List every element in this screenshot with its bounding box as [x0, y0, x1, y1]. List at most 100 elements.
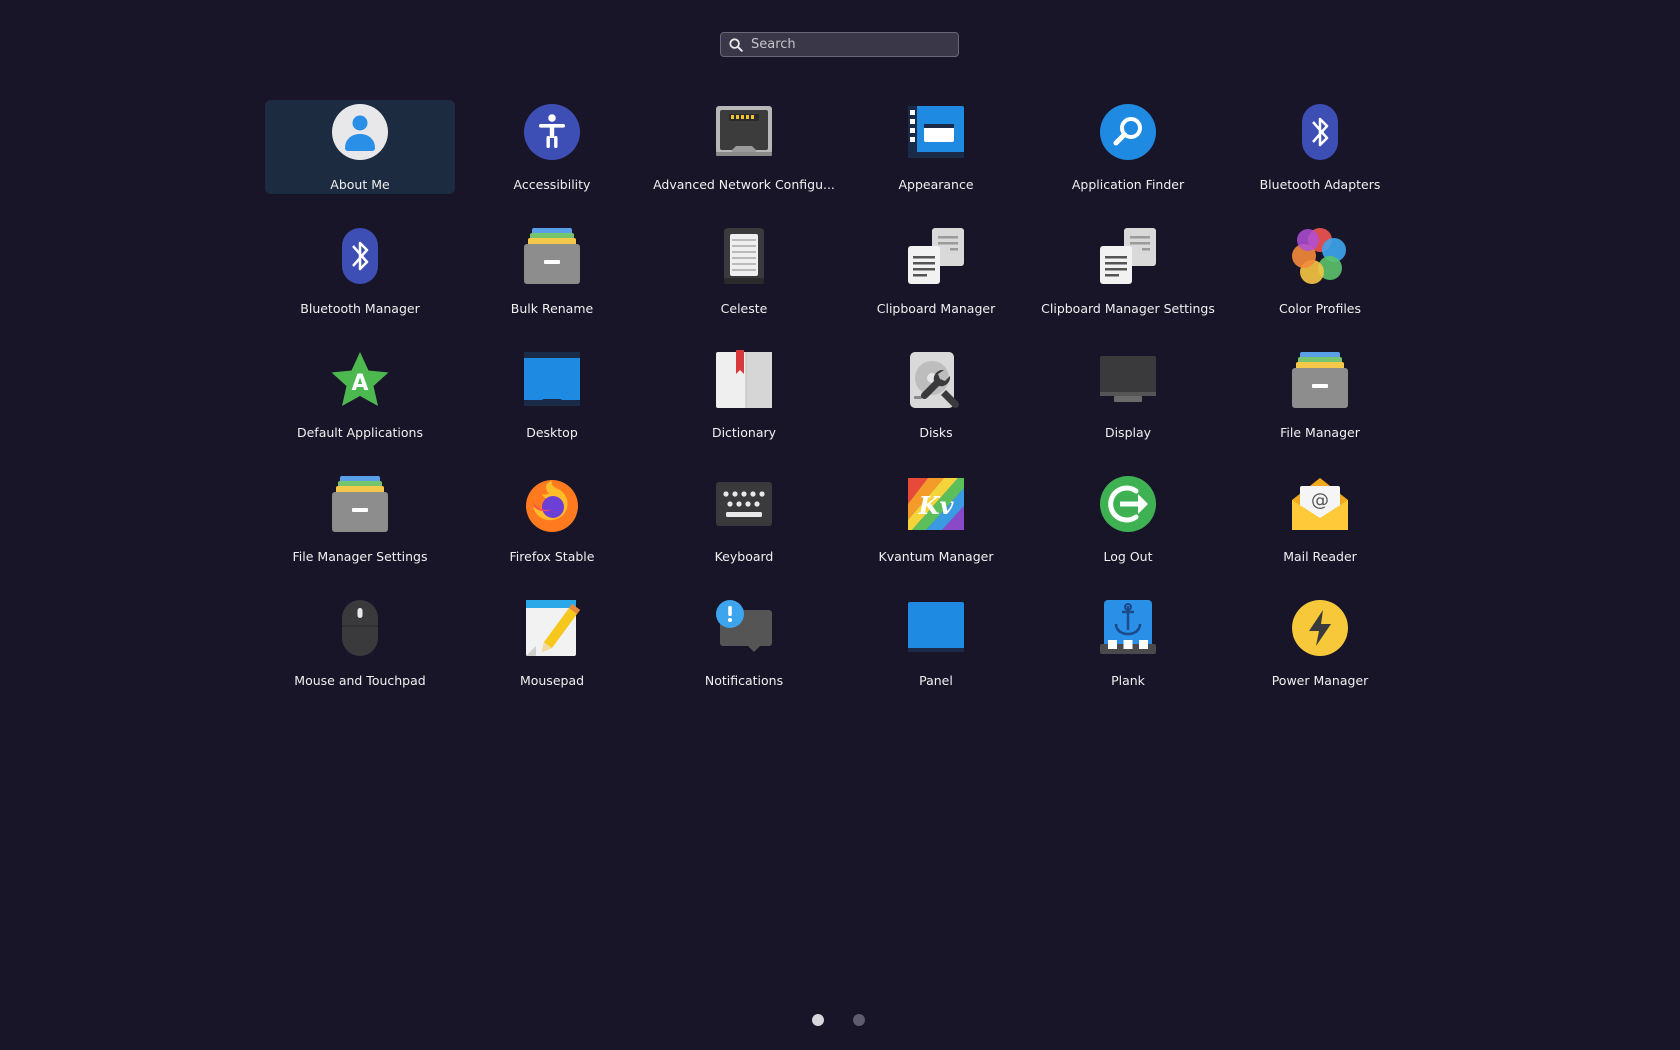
- app-label: Default Applications: [296, 425, 423, 440]
- app-label: File Manager: [1280, 425, 1360, 440]
- logout-icon: [1098, 474, 1158, 534]
- color-profiles-icon: [1290, 226, 1350, 286]
- svg-text:A: A: [351, 371, 368, 396]
- app-tile-keyboard[interactable]: Keyboard: [648, 472, 840, 596]
- app-tile-color-profiles[interactable]: Color Profiles: [1224, 224, 1416, 348]
- clipboard-icon: [906, 226, 966, 286]
- app-label: Kvantum Manager: [878, 549, 994, 564]
- app-label: Celeste: [720, 301, 768, 316]
- app-finder-icon: [1098, 102, 1158, 162]
- app-tile-application-finder[interactable]: Application Finder: [1032, 100, 1224, 224]
- app-tile-bulk-rename[interactable]: Bulk Rename: [456, 224, 648, 348]
- app-label: Plank: [1111, 673, 1145, 688]
- power-bolt-icon: [1290, 598, 1350, 658]
- app-tile-mousepad[interactable]: Mousepad: [456, 596, 648, 720]
- app-label: Appearance: [898, 177, 974, 192]
- app-label: Mail Reader: [1283, 549, 1357, 564]
- app-label: Power Manager: [1271, 673, 1369, 688]
- accessibility-icon: [522, 102, 582, 162]
- app-tile-accessibility[interactable]: Accessibility: [456, 100, 648, 224]
- app-label: Accessibility: [513, 177, 591, 192]
- kvantum-icon: Kv: [906, 474, 966, 534]
- keyboard-icon: [714, 474, 774, 534]
- app-label: Mousepad: [519, 673, 585, 688]
- app-label: Disks: [919, 425, 953, 440]
- panel-icon: [906, 598, 966, 658]
- app-tile-panel[interactable]: Panel: [840, 596, 1032, 720]
- app-tile-notifications[interactable]: Notifications: [648, 596, 840, 720]
- app-tile-log-out[interactable]: Log Out: [1032, 472, 1224, 596]
- app-tile-display[interactable]: Display: [1032, 348, 1224, 472]
- app-tile-mail-reader[interactable]: @ Mail Reader: [1224, 472, 1416, 596]
- app-label: Mouse and Touchpad: [294, 673, 426, 688]
- app-tile-kvantum-manager[interactable]: Kv Kvantum Manager: [840, 472, 1032, 596]
- search-icon: [721, 32, 751, 57]
- firefox-icon: [522, 474, 582, 534]
- mail-icon: @: [1290, 474, 1350, 534]
- search-input[interactable]: [751, 33, 958, 56]
- plank-dock-icon: [1098, 598, 1158, 658]
- bluetooth-icon: [1290, 102, 1350, 162]
- app-label: Panel: [919, 673, 953, 688]
- app-label: Keyboard: [714, 549, 774, 564]
- app-tile-default-applications[interactable]: A Default Applications: [264, 348, 456, 472]
- app-tile-bluetooth-adapters[interactable]: Bluetooth Adapters: [1224, 100, 1416, 224]
- svg-text:Kv: Kv: [918, 491, 955, 520]
- network-port-icon: [714, 102, 774, 162]
- app-tile-dictionary[interactable]: Dictionary: [648, 348, 840, 472]
- app-label: Clipboard Manager Settings: [1041, 301, 1215, 316]
- app-tile-clipboard-manager[interactable]: Clipboard Manager: [840, 224, 1032, 348]
- app-label: Application Finder: [1071, 177, 1185, 192]
- app-tile-advanced-network-configu[interactable]: Advanced Network Configu...: [648, 100, 840, 224]
- app-grid: About Me Accessibility Advanced Network Co…: [264, 100, 1416, 720]
- app-tile-clipboard-manager-settings[interactable]: Clipboard Manager Settings: [1032, 224, 1224, 348]
- default-apps-star-icon: A: [330, 350, 390, 410]
- app-tile-mouse-and-touchpad[interactable]: Mouse and Touchpad: [264, 596, 456, 720]
- page-dot-2[interactable]: [853, 1014, 865, 1026]
- svg-text:@: @: [1311, 490, 1329, 511]
- app-tile-power-manager[interactable]: Power Manager: [1224, 596, 1416, 720]
- app-label: Clipboard Manager: [876, 301, 996, 316]
- file-cabinet-icon: [330, 474, 390, 534]
- desktop-icon: [522, 350, 582, 410]
- clipboard-icon: [1098, 226, 1158, 286]
- bluetooth-icon: [330, 226, 390, 286]
- app-label: Bulk Rename: [510, 301, 594, 316]
- app-tile-appearance[interactable]: Appearance: [840, 100, 1032, 224]
- mouse-icon: [330, 598, 390, 658]
- appearance-icon: [906, 102, 966, 162]
- app-tile-file-manager-settings[interactable]: File Manager Settings: [264, 472, 456, 596]
- app-label: Log Out: [1103, 549, 1153, 564]
- page-indicator: [812, 1014, 865, 1026]
- disks-wrench-icon: [906, 350, 966, 410]
- app-tile-celeste[interactable]: Celeste: [648, 224, 840, 348]
- app-tile-desktop[interactable]: Desktop: [456, 348, 648, 472]
- app-tile-file-manager[interactable]: File Manager: [1224, 348, 1416, 472]
- celeste-icon: [714, 226, 774, 286]
- app-label: Firefox Stable: [509, 549, 595, 564]
- user-icon: [330, 102, 390, 162]
- app-label: Notifications: [704, 673, 784, 688]
- file-cabinet-icon: [1290, 350, 1350, 410]
- display-monitor-icon: [1098, 350, 1158, 410]
- app-label: Desktop: [526, 425, 578, 440]
- text-editor-icon: [522, 598, 582, 658]
- page-dot-1[interactable]: [812, 1014, 824, 1026]
- app-tile-about-me[interactable]: About Me: [264, 100, 456, 224]
- app-tile-bluetooth-manager[interactable]: Bluetooth Manager: [264, 224, 456, 348]
- dictionary-book-icon: [714, 350, 774, 410]
- app-label: Color Profiles: [1279, 301, 1361, 316]
- notifications-icon: [714, 598, 774, 658]
- app-label: About Me: [330, 177, 390, 192]
- file-cabinet-icon: [522, 226, 582, 286]
- app-label: Dictionary: [711, 425, 777, 440]
- app-label: Bluetooth Manager: [300, 301, 420, 316]
- app-tile-firefox-stable[interactable]: Firefox Stable: [456, 472, 648, 596]
- app-label: Advanced Network Configu...: [653, 177, 835, 192]
- search-bar[interactable]: [720, 32, 959, 57]
- app-tile-plank[interactable]: Plank: [1032, 596, 1224, 720]
- app-label: Bluetooth Adapters: [1259, 177, 1381, 192]
- app-label: File Manager Settings: [292, 549, 428, 564]
- app-tile-disks[interactable]: Disks: [840, 348, 1032, 472]
- app-label: Display: [1104, 425, 1152, 440]
